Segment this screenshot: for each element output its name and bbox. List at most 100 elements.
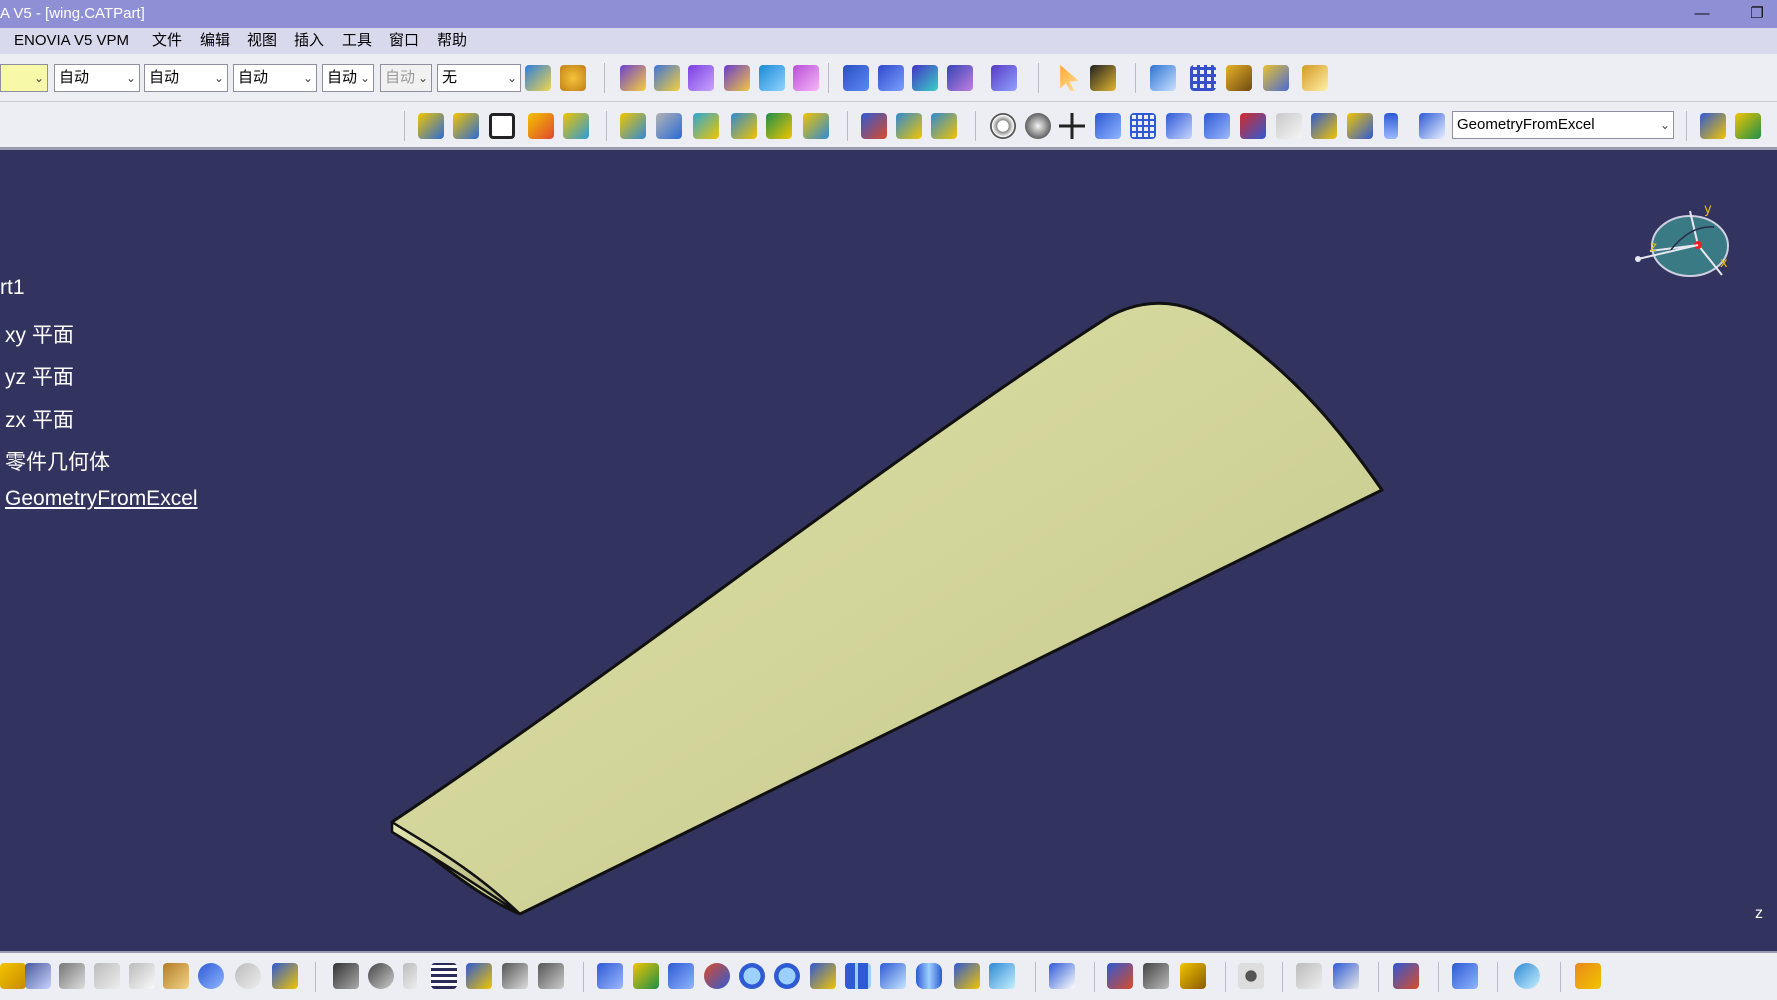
eraser-icon[interactable]: [793, 65, 819, 91]
copy-properties-icon[interactable]: [560, 65, 586, 91]
normal-view-icon[interactable]: [810, 963, 836, 989]
catalog-icon[interactable]: [1226, 65, 1252, 91]
multi-view-icon[interactable]: [845, 963, 871, 989]
loft-icon[interactable]: [759, 65, 785, 91]
rendering-combo[interactable]: 自动 ⌄: [380, 64, 432, 92]
measure-between-icon[interactable]: [1107, 963, 1133, 989]
rotate-icon[interactable]: [704, 963, 730, 989]
macro-icon[interactable]: [1575, 963, 1601, 989]
catalog-browser-icon[interactable]: [538, 963, 564, 989]
shading-icon[interactable]: [916, 963, 942, 989]
offset-icon[interactable]: [731, 113, 757, 139]
hierarchy-icon[interactable]: [1311, 113, 1337, 139]
snap-icon[interactable]: [1090, 65, 1116, 91]
render-icon[interactable]: [1452, 963, 1478, 989]
tree-reorder-icon[interactable]: [1095, 113, 1121, 139]
extrude-icon[interactable]: [688, 65, 714, 91]
tree-root[interactable]: rt1: [0, 276, 25, 300]
table-icon[interactable]: [431, 963, 457, 989]
3d-viewport[interactable]: rt1 xy 平面 yz 平面 zx 平面 零件几何体 GeometryFrom…: [0, 150, 1777, 951]
multi-sections-surface-icon[interactable]: [766, 113, 792, 139]
solid-icon[interactable]: [1204, 113, 1230, 139]
network-icon[interactable]: [466, 963, 492, 989]
open-icon[interactable]: [0, 963, 26, 989]
tree-item-yz-plane[interactable]: yz 平面: [5, 361, 74, 391]
paintbrush-icon[interactable]: [525, 65, 551, 91]
tree-item-xy-plane[interactable]: xy 平面: [5, 319, 74, 349]
surface-tool-icon[interactable]: [620, 65, 646, 91]
swap-visible-space-icon[interactable]: [989, 963, 1015, 989]
list-icon[interactable]: [1384, 113, 1398, 139]
fit-all-icon[interactable]: [633, 963, 659, 989]
undo-icon[interactable]: [198, 963, 224, 989]
point-icon[interactable]: [418, 113, 444, 139]
repetition-icon[interactable]: [1166, 113, 1192, 139]
save-icon[interactable]: [25, 963, 51, 989]
body-select[interactable]: GeometryFromExcel ⌄: [1452, 111, 1674, 139]
select-arrow-icon[interactable]: [1060, 65, 1079, 91]
fill-icon[interactable]: [803, 113, 829, 139]
iso-view-icon[interactable]: [880, 963, 906, 989]
pan-icon[interactable]: [668, 963, 694, 989]
define-in-work-object-icon[interactable]: [1419, 113, 1445, 139]
cut-icon[interactable]: [94, 963, 120, 989]
transparency-combo[interactable]: 自动 ⌄: [54, 64, 140, 92]
tree-item-geometryfromexcel[interactable]: GeometryFromExcel: [5, 487, 198, 511]
zoom-in-icon[interactable]: [739, 963, 765, 989]
part-design-icon[interactable]: [1333, 963, 1359, 989]
tree-expand-icon[interactable]: [1296, 963, 1322, 989]
sweep-icon[interactable]: [724, 65, 750, 91]
law-icon[interactable]: [1276, 113, 1302, 139]
print-icon[interactable]: [59, 963, 85, 989]
measure-inertia-icon[interactable]: [1180, 963, 1206, 989]
sketch-icon[interactable]: [654, 65, 680, 91]
whats-this-icon[interactable]: [272, 963, 298, 989]
menu-help[interactable]: 帮助: [437, 28, 467, 54]
symmetry-icon[interactable]: [1700, 113, 1726, 139]
pad-icon[interactable]: [843, 65, 869, 91]
revolve-icon[interactable]: [656, 113, 682, 139]
redo-icon[interactable]: [235, 963, 261, 989]
zoom-out-icon[interactable]: [774, 963, 800, 989]
trim-icon[interactable]: [931, 113, 957, 139]
formula-icon[interactable]: [333, 963, 359, 989]
menu-view[interactable]: 视图: [247, 28, 277, 54]
measure-item-icon[interactable]: [1143, 963, 1169, 989]
menu-edit[interactable]: 编辑: [200, 28, 230, 54]
line-type-combo[interactable]: 自动 ⌄: [233, 64, 317, 92]
capture-icon[interactable]: [1049, 963, 1075, 989]
point-type-combo[interactable]: 自动 ⌄: [322, 64, 374, 92]
plane-icon[interactable]: [489, 113, 515, 139]
menu-enovia[interactable]: ENOVIA V5 VPM: [14, 28, 129, 54]
hand-icon[interactable]: [1025, 113, 1051, 139]
update-icon[interactable]: [1150, 65, 1176, 91]
extrude-surface-icon[interactable]: [620, 113, 646, 139]
compass-icon[interactable]: y x z: [1630, 205, 1740, 285]
menu-tools[interactable]: 工具: [342, 28, 372, 54]
axis-system-icon[interactable]: [1059, 113, 1085, 139]
factory-icon[interactable]: [1302, 65, 1328, 91]
grid-icon[interactable]: [1190, 65, 1216, 91]
minimize-button[interactable]: —: [1682, 0, 1722, 28]
split-icon[interactable]: [896, 113, 922, 139]
join-icon[interactable]: [861, 113, 887, 139]
paste-icon[interactable]: [163, 963, 189, 989]
knowledge-icon[interactable]: [403, 963, 417, 989]
shaft-icon[interactable]: [912, 65, 938, 91]
projection-icon[interactable]: [528, 113, 554, 139]
menu-file[interactable]: 文件: [152, 28, 182, 54]
analysis-icon[interactable]: [1240, 113, 1266, 139]
pocket-icon[interactable]: [878, 65, 904, 91]
line-icon[interactable]: [453, 113, 479, 139]
layer-combo[interactable]: 无 ⌄: [437, 64, 521, 92]
restore-button[interactable]: ❐: [1737, 0, 1777, 28]
menu-insert[interactable]: 插入: [294, 28, 324, 54]
color-combo[interactable]: ⌄: [0, 64, 48, 92]
line-thickness-combo[interactable]: 自动 ⌄: [144, 64, 228, 92]
translate-icon[interactable]: [1735, 113, 1761, 139]
instantiate-icon[interactable]: [1347, 113, 1373, 139]
intersection-icon[interactable]: [563, 113, 589, 139]
tree-item-part-body[interactable]: 零件几何体: [5, 446, 110, 476]
menu-window[interactable]: 窗口: [389, 28, 419, 54]
analysis-tool-icon[interactable]: [1514, 963, 1540, 989]
